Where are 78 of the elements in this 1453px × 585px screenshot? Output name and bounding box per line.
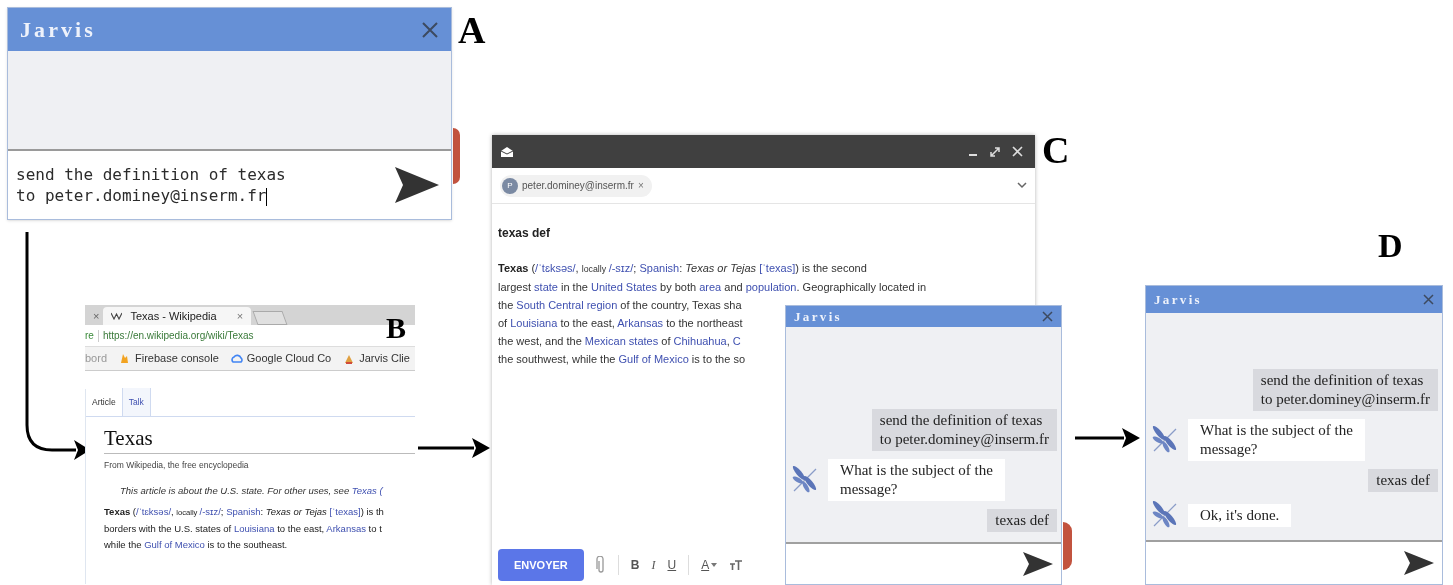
tab-title: Texas - Wikipedia [130,308,217,324]
security-label: re [85,329,95,343]
link[interactable]: /ˈtɛksəs/ [535,262,576,274]
window-title: Jarvis [20,16,96,44]
link[interactable]: Mexican states [584,335,659,347]
link[interactable]: [ˈtexas] [759,262,796,274]
panel-label: C [1042,128,1070,172]
bot-message: What is the subject of the message? [828,459,1005,501]
user-message: send the definition of texas to peter.dominey@inserm.fr [1252,369,1438,411]
message-input[interactable] [1146,542,1442,584]
underline-button[interactable]: U [667,556,677,574]
panel-label: A [458,8,486,52]
user-message: texas def [1368,469,1438,492]
link[interactable]: area [699,281,722,293]
user-message: texas def [987,509,1057,532]
link[interactable]: United States [590,281,657,293]
link[interactable]: Arkansas [326,523,366,534]
window-title: Jarvis [794,307,842,326]
browser-tab[interactable]: Texas - Wikipedia × [103,307,252,325]
link[interactable]: Louisiana [510,317,558,329]
button-edge [453,128,460,184]
link[interactable]: population [745,281,797,293]
color-button[interactable]: A [701,556,718,574]
wikipedia-icon [111,312,123,320]
remove-recipient-button[interactable]: × [637,178,644,193]
link[interactable]: Arkansas [617,317,664,329]
link[interactable]: Texas ( [351,484,383,496]
bot-message: What is the subject of the message? [1188,419,1365,461]
url-text: https://en.wikipedia.org/wiki/Texas [102,329,254,343]
email-subject: texas def [497,225,552,242]
send-button[interactable]: ENVOYER [498,549,584,581]
italic-button[interactable]: I [651,556,656,574]
send-icon[interactable] [1023,552,1053,576]
bookmark-link[interactable]: Google Cloud Co [246,350,332,367]
link[interactable]: Chihuahua [673,335,727,347]
message-input[interactable] [786,544,1061,584]
window-title: Jarvis [1154,290,1202,309]
email-body-line: largest state in the United States by both area and population. Geographically located in [498,280,928,295]
bookmark-icon [230,353,243,364]
link[interactable]: state [534,281,558,293]
bookmark-icon [343,353,356,364]
link[interactable]: Louisiana [233,523,275,534]
avatar: P [502,177,518,194]
send-icon[interactable] [1404,551,1434,575]
link[interactable]: /-sɪz/ [199,506,221,517]
link[interactable]: Gulf of Mexico [144,539,205,550]
user-message: send the definition of texas to peter.dominey@inserm.fr [871,409,1057,451]
hatnote: This article is about the U.S. state. For other uses, see Texas ( [119,483,384,498]
bookmark-link[interactable]: Jarvis Clie [359,350,410,367]
article-tagline: From Wikipedia, the free encyclopedia [104,459,250,472]
link[interactable]: Gulf of Mexico [618,353,689,365]
page-tab[interactable]: Talk [122,388,151,416]
bot-message: Ok, it's done. [1188,503,1292,527]
panel-label: D [1378,226,1403,266]
link[interactable]: C [732,335,741,347]
paperclip-icon[interactable] [595,556,606,574]
recipient-email: peter.dominey@inserm.fr [522,179,634,193]
text-size-icon[interactable] [729,559,744,571]
bookmark-link[interactable]: Firebase console [135,350,219,367]
close-tab-button[interactable]: × [93,307,100,325]
link[interactable]: South Central region [516,299,618,311]
close-tab-button[interactable]: × [236,307,244,325]
chevron-down-icon[interactable] [1017,182,1027,189]
flow-arrow [418,438,490,458]
send-icon[interactable] [395,167,439,203]
button-edge [1063,522,1072,570]
recipient-chip[interactable]: P peter.dominey@inserm.fr × [500,174,652,197]
article-heading: Texas [104,425,415,454]
article-text-line: borders with the U.S. states of Louisiana to the east, Arkansas to t [104,522,383,536]
bold-button[interactable]: B [630,556,640,574]
article-text-line: while the Gulf of Mexico is to the southeast. [104,538,289,552]
expand-icon[interactable] [990,146,1000,157]
link[interactable]: /ˈtɛksəs/ [136,506,172,517]
link[interactable]: [ˈtexas] [329,506,361,517]
flow-arrow [1075,428,1140,448]
caret-icon [711,563,718,567]
email-body-line: Texas (/ˈtɛksəs/, locally /-sɪz/; Spanish: Texas or Tejas [ˈtexas]) is the second [498,261,868,276]
envelope-icon [500,145,514,158]
